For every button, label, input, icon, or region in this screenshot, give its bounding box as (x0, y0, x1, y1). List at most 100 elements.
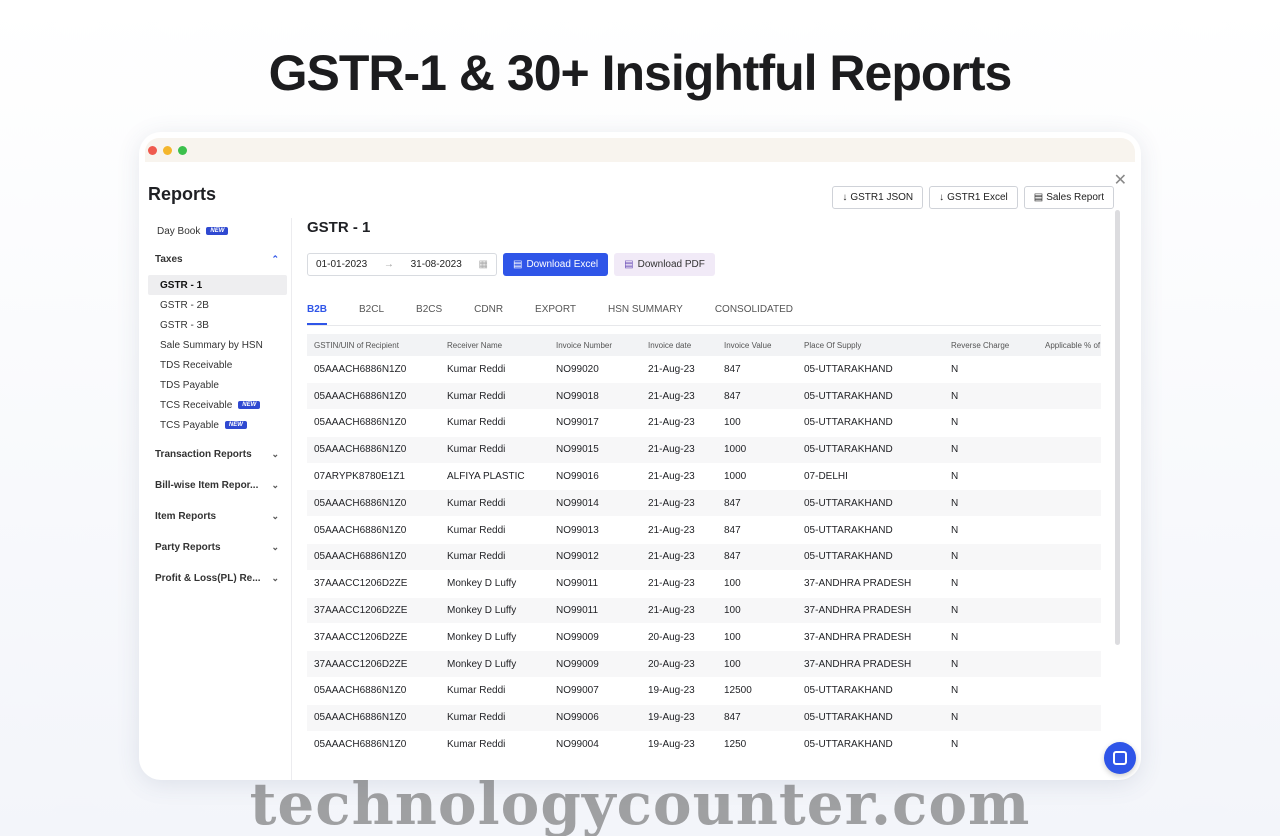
table-row[interactable]: 05AAACH6886N1Z0 Kumar Reddi NO99015 21-Aug-… (307, 436, 1101, 464)
sidebar-item-tcs-receivable[interactable]: TCS Receivable NEW (148, 395, 291, 415)
cell-invoice-value: 1250 (717, 731, 797, 759)
cell-reverse-charge: N (944, 356, 1038, 384)
sidebar-group-profit-loss-reports[interactable]: Profit & Loss(PL) Re... ⌄ (148, 563, 291, 594)
sidebar-item-tds-receivable[interactable]: TDS Receivable (148, 355, 291, 375)
close-icon[interactable]: ✕ (1114, 170, 1127, 190)
cell-receiver: Kumar Reddi (440, 677, 549, 705)
new-badge: NEW (206, 227, 229, 235)
sidebar-item-gstr-2b[interactable]: GSTR - 2B (148, 295, 291, 315)
column-header[interactable]: Applicable % of (1038, 334, 1101, 356)
cell-applicable-percent (1038, 463, 1101, 491)
column-header[interactable]: Reverse Charge (944, 334, 1038, 356)
gstr1-json-button[interactable]: ↓ GSTR1 JSON (832, 186, 924, 209)
pdf-file-icon: ▤ (624, 259, 634, 270)
cell-invoice-value: 100 (717, 597, 797, 625)
table-row[interactable]: 37AAACC1206D2ZE Monkey D Luffy NO99009 20-A… (307, 650, 1101, 679)
sidebar-group-item-reports[interactable]: Item Reports ⌄ (148, 501, 291, 532)
table-row[interactable]: 05AAACH6886N1Z0 Kumar Reddi NO99020 21-Aug-… (307, 356, 1101, 384)
sidebar-item-day-book[interactable]: Day Book NEW (148, 218, 291, 244)
table-row[interactable]: 05AAACH6886N1Z0 Kumar Reddi NO99004 19-Aug-… (307, 731, 1101, 759)
sidebar-group-taxes[interactable]: Taxes ⌃ (148, 244, 291, 275)
cell-reverse-charge: N (944, 677, 1038, 705)
cell-invoice-value: 1000 (717, 436, 797, 464)
cell-invoice-number: NO99018 (549, 382, 641, 411)
cell-reverse-charge: N (944, 463, 1038, 491)
report-controls: 01-01-2023 → 31-08-2023 ▦ ▤ Download Exc… (307, 253, 715, 276)
cell-invoice-number: NO99009 (549, 623, 641, 652)
sidebar-item-sale-summary-hsn[interactable]: Sale Summary by HSN (148, 335, 291, 355)
download-excel-button[interactable]: ▤ Download Excel (503, 253, 609, 276)
maximize-dot-icon[interactable] (178, 146, 187, 155)
table-row[interactable]: 05AAACH6886N1Z0 Kumar Reddi NO99018 21-Aug-… (307, 382, 1101, 411)
column-header[interactable]: Receiver Name (440, 334, 549, 356)
sidebar-item-label: TCS Payable (160, 419, 219, 431)
excel-file-icon: ▤ (513, 259, 523, 270)
tab-b2cl[interactable]: B2CL (359, 304, 384, 325)
b2b-table: GSTIN/UIN of Recipient Receiver Name Inv… (307, 334, 1101, 759)
cell-invoice-value: 847 (717, 516, 797, 545)
sidebar-item-tds-payable[interactable]: TDS Payable (148, 375, 291, 395)
cell-place-of-supply: 37-ANDHRA PRADESH (797, 623, 944, 652)
table-row[interactable]: 05AAACH6886N1Z0 Kumar Reddi NO99007 19-Aug-… (307, 677, 1101, 705)
close-dot-icon[interactable] (148, 146, 157, 155)
cell-invoice-value: 100 (717, 409, 797, 437)
date-range-picker[interactable]: 01-01-2023 → 31-08-2023 ▦ (307, 253, 497, 276)
table-row[interactable]: 05AAACH6886N1Z0 Kumar Reddi NO99017 21-Aug-… (307, 409, 1101, 437)
table-row[interactable]: 05AAACH6886N1Z0 Kumar Reddi NO99014 21-Aug-… (307, 489, 1101, 518)
chevron-up-icon: ⌃ (271, 254, 279, 264)
cell-place-of-supply: 05-UTTARAKHAND (797, 543, 944, 571)
table-row[interactable]: 07ARYPK8780E1Z1 ALFIYA PLASTIC NO99016 21-A… (307, 463, 1101, 491)
watermark: technologycounter.com (249, 770, 1031, 836)
cell-applicable-percent (1038, 570, 1101, 598)
top-actions: ↓ GSTR1 JSON ↓ GSTR1 Excel ▤ Sales Repor… (832, 186, 1114, 209)
download-pdf-button[interactable]: ▤ Download PDF (614, 253, 715, 276)
sidebar-group-bill-wise-item-reports[interactable]: Bill-wise Item Repor... ⌄ (148, 470, 291, 501)
sales-report-button[interactable]: ▤ Sales Report (1023, 186, 1114, 209)
tab-export[interactable]: EXPORT (535, 304, 576, 325)
title-bar (145, 138, 1135, 162)
sidebar-item-gstr-1[interactable]: GSTR - 1 (148, 275, 287, 295)
column-header[interactable]: Invoice date (641, 334, 717, 356)
chevron-down-icon: ⌄ (271, 573, 279, 583)
table-row[interactable]: 37AAACC1206D2ZE Monkey D Luffy NO99009 20-A… (307, 623, 1101, 652)
cell-reverse-charge: N (944, 623, 1038, 652)
cell-gstin: 05AAACH6886N1Z0 (307, 677, 440, 705)
vertical-scrollbar[interactable] (1115, 210, 1120, 645)
minimize-dot-icon[interactable] (163, 146, 172, 155)
cell-reverse-charge: N (944, 570, 1038, 598)
tab-b2b[interactable]: B2B (307, 304, 328, 325)
sidebar-group-label: Taxes (155, 254, 183, 265)
cell-gstin: 05AAACH6886N1Z0 (307, 543, 440, 571)
column-header[interactable]: GSTIN/UIN of Recipient (307, 334, 440, 356)
date-to: 31-08-2023 (410, 259, 462, 270)
tab-hsn-summary[interactable]: HSN SUMMARY (608, 304, 683, 325)
sidebar-group-party-reports[interactable]: Party Reports ⌄ (148, 532, 291, 563)
sidebar-item-tcs-payable[interactable]: TCS Payable NEW (148, 415, 291, 435)
tab-consolidated[interactable]: CONSOLIDATED (715, 304, 793, 325)
cell-gstin: 05AAACH6886N1Z0 (307, 356, 440, 384)
sidebar-group-transaction-reports[interactable]: Transaction Reports ⌄ (148, 439, 291, 470)
sidebar-item-gstr-3b[interactable]: GSTR - 3B (148, 315, 291, 335)
gstr1-excel-button[interactable]: ↓ GSTR1 Excel (929, 186, 1018, 209)
cell-gstin: 05AAACH6886N1Z0 (307, 704, 440, 732)
column-header[interactable]: Invoice Number (549, 334, 641, 356)
column-header[interactable]: Invoice Value (717, 334, 797, 356)
table-row[interactable]: 37AAACC1206D2ZE Monkey D Luffy NO99011 21-A… (307, 597, 1101, 625)
cell-invoice-value: 100 (717, 623, 797, 652)
cell-invoice-number: NO99011 (549, 597, 641, 625)
tab-cdnr[interactable]: CDNR (474, 304, 503, 325)
cell-place-of-supply: 07-DELHI (797, 463, 944, 491)
table-row[interactable]: 37AAACC1206D2ZE Monkey D Luffy NO99011 21-A… (307, 570, 1101, 598)
cell-place-of-supply: 05-UTTARAKHAND (797, 489, 944, 518)
download-pdf-label: Download PDF (637, 259, 705, 270)
cell-reverse-charge: N (944, 516, 1038, 545)
table-row[interactable]: 05AAACH6886N1Z0 Kumar Reddi NO99006 19-Aug-… (307, 704, 1101, 732)
cell-invoice-date: 21-Aug-23 (641, 543, 717, 571)
gstr1-excel-label: GSTR1 Excel (947, 192, 1008, 203)
table-row[interactable]: 05AAACH6886N1Z0 Kumar Reddi NO99012 21-Aug-… (307, 543, 1101, 571)
tab-b2cs[interactable]: B2CS (416, 304, 442, 325)
cell-receiver: Kumar Reddi (440, 409, 549, 437)
table-row[interactable]: 05AAACH6886N1Z0 Kumar Reddi NO99013 21-Aug-… (307, 516, 1101, 545)
cell-reverse-charge: N (944, 409, 1038, 437)
column-header[interactable]: Place Of Supply (797, 334, 944, 356)
